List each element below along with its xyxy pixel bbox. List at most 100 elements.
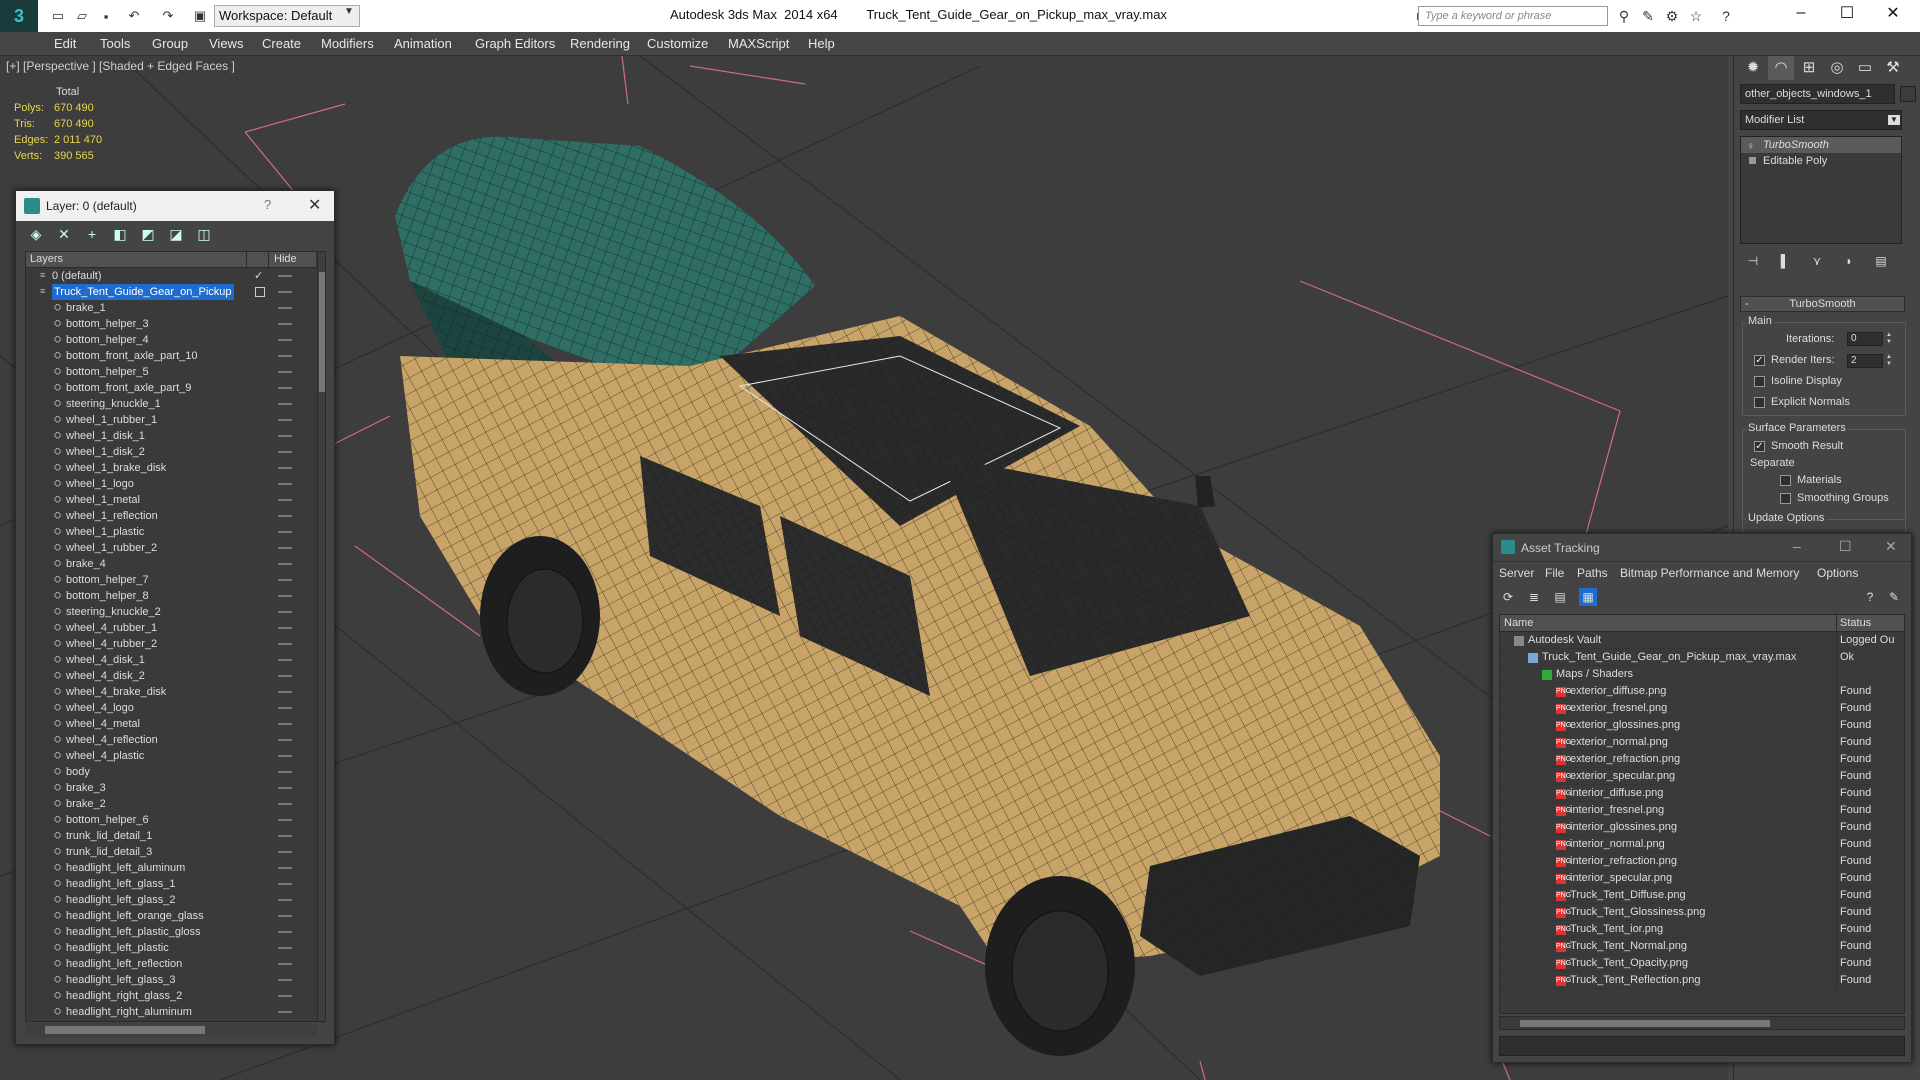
hide-toggle[interactable] (278, 739, 292, 741)
close-icon[interactable]: ✕ (1885, 538, 1897, 555)
undo-icon[interactable]: ↶ (124, 6, 144, 26)
hide-toggle[interactable] (278, 531, 292, 533)
open-file-icon[interactable]: ▱ (72, 6, 92, 26)
hide-toggle[interactable] (278, 675, 292, 677)
layer-row[interactable]: ⛭ wheel_4_brake_disk (26, 684, 316, 700)
modify-tab-icon[interactable]: ◠ (1768, 56, 1794, 80)
asset-menu-server[interactable]: Server (1499, 566, 1534, 580)
help-icon[interactable]: ? (1716, 6, 1736, 26)
status-column-header[interactable]: Status (1840, 617, 1871, 629)
asset-menu-bitmap-performance[interactable]: Bitmap Performance and Memory (1620, 566, 1799, 580)
utilities-tab-icon[interactable]: ⚒ (1880, 56, 1906, 80)
subscription-icon[interactable]: ✎ (1638, 6, 1658, 26)
menu-animation[interactable]: Animation (394, 36, 452, 51)
help-icon[interactable]: ? (1861, 588, 1879, 606)
workspace-select[interactable]: Workspace: Default (214, 5, 360, 27)
asset-row[interactable]: PNG Truck_Tent_Diffuse.png Found (1500, 887, 1904, 904)
asset-row[interactable]: PNG interior_glossines.png Found (1500, 819, 1904, 836)
pin-stack-icon[interactable]: ⊣ (1740, 252, 1766, 270)
layer-row[interactable]: ≡ Truck_Tent_Guide_Gear_on_Pickup (26, 284, 316, 300)
asset-horizontal-scrollbar[interactable] (1499, 1016, 1905, 1030)
hide-toggle[interactable] (278, 307, 292, 309)
layer-row[interactable]: ⛭ bottom_front_axle_part_9 (26, 380, 316, 396)
menu-create[interactable]: Create (262, 36, 301, 51)
project-folder-icon[interactable]: ▣ (190, 6, 210, 26)
layer-row[interactable]: ⛭ brake_1 (26, 300, 316, 316)
maximize-button[interactable]: ☐ (1839, 538, 1852, 555)
table-view-icon[interactable]: ▦ (1579, 588, 1597, 606)
asset-row[interactable]: PNG Truck_Tent_Glossiness.png Found (1500, 904, 1904, 921)
layer-row[interactable]: ⛭ bottom_helper_3 (26, 316, 316, 332)
layer-row[interactable]: ⛭ wheel_4_plastic (26, 748, 316, 764)
asset-row[interactable]: Autodesk Vault Logged Ou (1500, 632, 1904, 649)
layer-row[interactable]: ⛭ wheel_1_rubber_2 (26, 540, 316, 556)
hide-toggle[interactable] (278, 275, 292, 277)
chevron-down-icon[interactable]: ▼ (1888, 115, 1900, 125)
object-name-field[interactable]: other_objects_windows_1 (1740, 84, 1895, 104)
materials-checkbox[interactable] (1780, 475, 1791, 486)
make-unique-icon[interactable]: ⋎ (1804, 252, 1830, 270)
layer-row[interactable]: ⛭ wheel_1_rubber_1 (26, 412, 316, 428)
hide-toggle[interactable] (278, 707, 292, 709)
select-in-layer-icon[interactable]: ◧ (108, 223, 132, 245)
hide-toggle[interactable] (278, 627, 292, 629)
menu-tools[interactable]: Tools (100, 36, 130, 51)
stack-item-editable-poly[interactable]: Editable Poly (1741, 153, 1901, 169)
menu-group[interactable]: Group (152, 36, 188, 51)
hide-toggle[interactable] (278, 819, 292, 821)
layer-row[interactable]: ⛭ headlight_left_reflection (26, 956, 316, 972)
layer-row[interactable]: ⛭ headlight_left_aluminum (26, 860, 316, 876)
chevron-down-icon[interactable]: ▼ (344, 6, 354, 17)
layer-vertical-scrollbar[interactable] (317, 252, 325, 1021)
help-button[interactable]: ? (264, 197, 271, 212)
hide-toggle[interactable] (278, 883, 292, 885)
delete-layer-icon[interactable]: ✕ (52, 223, 76, 245)
smoothing-groups-checkbox[interactable] (1780, 493, 1791, 504)
layer-row[interactable]: ≡ 0 (default) ✓ (26, 268, 316, 284)
menu-maxscript[interactable]: MAXScript (728, 36, 789, 51)
hide-toggle[interactable] (278, 931, 292, 933)
asset-row[interactable]: PNG exterior_refraction.png Found (1500, 751, 1904, 768)
stack-item-turbosmooth[interactable]: ♀ TurboSmooth (1741, 137, 1901, 153)
layer-row[interactable]: ⛭ headlight_left_orange_glass (26, 908, 316, 924)
layer-row[interactable]: ⛭ bottom_helper_6 (26, 812, 316, 828)
hide-toggle[interactable] (278, 723, 292, 725)
hide-toggle[interactable] (278, 755, 292, 757)
hide-toggle[interactable] (278, 1011, 292, 1013)
layer-row[interactable]: ⛭ headlight_left_glass_2 (26, 892, 316, 908)
layer-row[interactable]: ⛭ wheel_4_metal (26, 716, 316, 732)
menu-help[interactable]: Help (808, 36, 835, 51)
hide-column-header[interactable]: Hide (274, 253, 297, 265)
layer-row[interactable]: ⛭ bottom_helper_8 (26, 588, 316, 604)
layer-row[interactable]: ⛭ wheel_1_disk_2 (26, 444, 316, 460)
isoline-display-checkbox[interactable] (1754, 376, 1765, 387)
hide-all-icon[interactable]: ◪ (164, 223, 188, 245)
render-iters-checkbox[interactable]: ✓ (1754, 355, 1765, 366)
layer-row[interactable]: ⛭ bottom_helper_5 (26, 364, 316, 380)
layer-row[interactable]: ⛭ headlight_left_plastic_gloss (26, 924, 316, 940)
asset-row[interactable]: PNG interior_refraction.png Found (1500, 853, 1904, 870)
favorites-star-icon[interactable]: ☆ (1686, 6, 1706, 26)
layer-row[interactable]: ⛭ wheel_4_disk_1 (26, 652, 316, 668)
hide-toggle[interactable] (278, 419, 292, 421)
asset-row[interactable]: PNG exterior_specular.png Found (1500, 768, 1904, 785)
highlight-selected-icon[interactable]: ◩ (136, 223, 160, 245)
layer-row[interactable]: ⛭ steering_knuckle_1 (26, 396, 316, 412)
layer-row[interactable]: ⛭ trunk_lid_detail_3 (26, 844, 316, 860)
asset-row[interactable]: PNG Truck_Tent_Normal.png Found (1500, 938, 1904, 955)
hide-toggle[interactable] (278, 835, 292, 837)
asset-row[interactable]: PNG exterior_normal.png Found (1500, 734, 1904, 751)
current-layer-check-icon[interactable]: ✓ (254, 268, 263, 284)
hide-toggle[interactable] (278, 323, 292, 325)
render-iters-spinner[interactable]: 2 (1847, 354, 1883, 368)
hide-toggle[interactable] (278, 291, 292, 293)
layer-row[interactable]: ⛭ brake_4 (26, 556, 316, 572)
motion-tab-icon[interactable]: ◎ (1824, 56, 1850, 80)
menu-rendering[interactable]: Rendering (570, 36, 630, 51)
layer-window-titlebar[interactable]: Layer: 0 (default) ? ✕ (16, 191, 334, 221)
asset-row[interactable]: PNG exterior_glossines.png Found (1500, 717, 1904, 734)
hide-toggle[interactable] (278, 579, 292, 581)
hide-toggle[interactable] (278, 435, 292, 437)
minimize-button[interactable]: – (1793, 538, 1801, 554)
layer-row[interactable]: ⛭ wheel_1_logo (26, 476, 316, 492)
